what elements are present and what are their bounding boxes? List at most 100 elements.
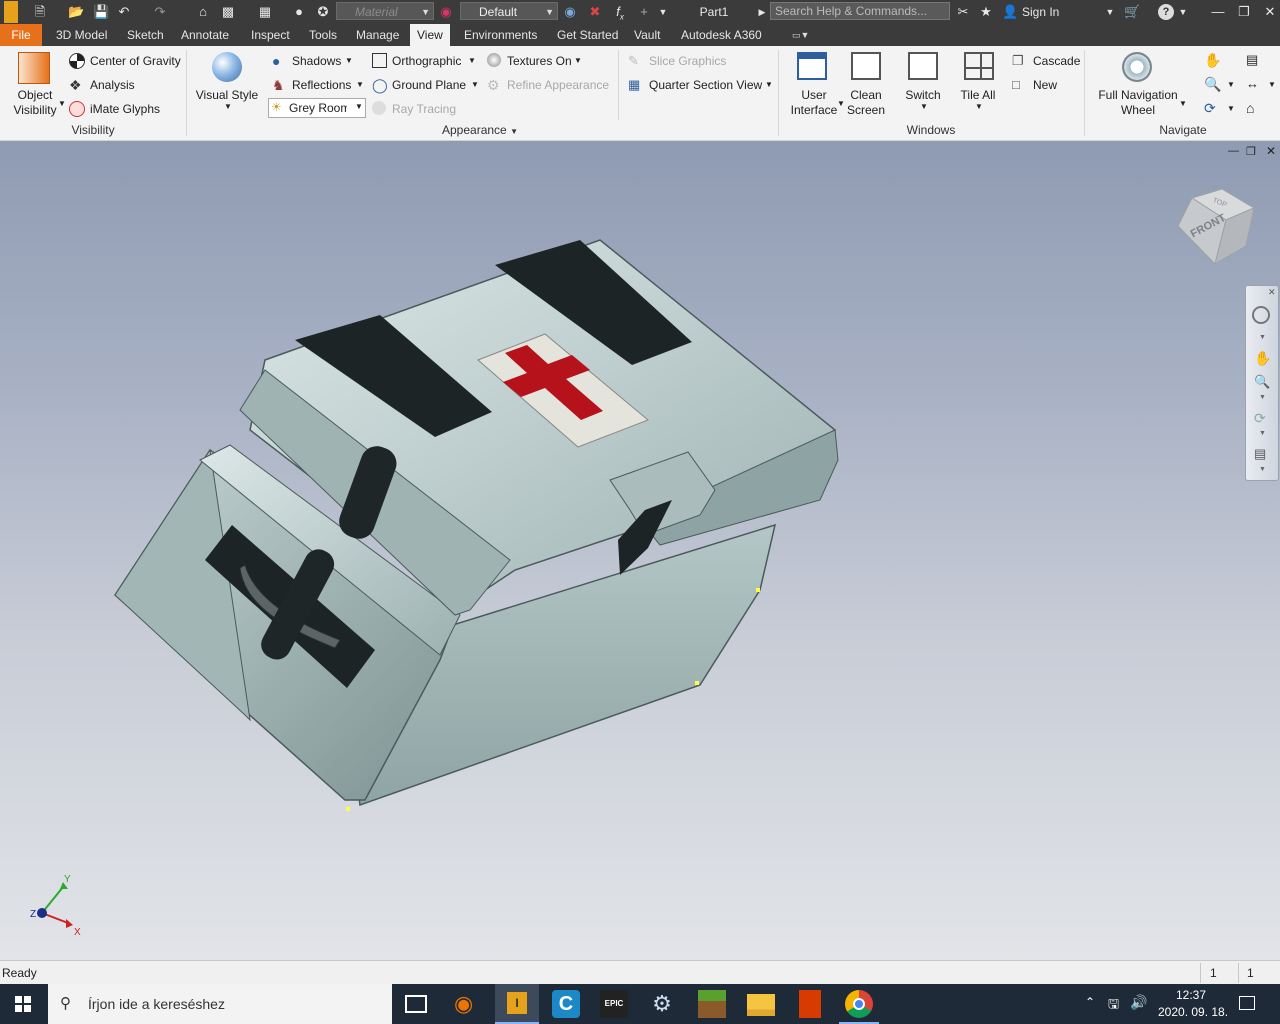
update-icon[interactable]: ▩ (220, 4, 236, 20)
switch-window-icon[interactable] (908, 52, 938, 80)
graphics-viewport[interactable]: — ❐ ✕ FRONT TOP ✕ ▼ ✋ 🔍 ▼ ⟳ ▼ ▤ ▼ Y X Z (0, 141, 1280, 960)
tab-annotate[interactable]: Annotate (174, 24, 236, 46)
orbit-icon[interactable]: ⟳ (1204, 100, 1220, 116)
viewcube[interactable]: FRONT TOP (1170, 186, 1260, 271)
measure-icon[interactable]: ● (291, 4, 307, 20)
chevron-down-icon[interactable]: ▼ (1178, 4, 1188, 20)
cart-icon[interactable]: 🛒 (1124, 4, 1140, 20)
clear-override-icon[interactable]: ✖ (587, 4, 603, 20)
office-icon[interactable] (799, 990, 821, 1018)
ground-plane-button[interactable]: Ground Plane (392, 78, 466, 92)
orbit-icon[interactable]: ⟳ (1254, 410, 1266, 427)
full-navigation-wheel-icon[interactable] (1122, 52, 1152, 82)
visual-style-icon[interactable] (212, 52, 242, 82)
navbar-close-icon[interactable]: ✕ (1268, 287, 1276, 298)
user-interface-button[interactable]: User Interface (788, 88, 840, 118)
zoom-icon[interactable]: 🔍 (1254, 374, 1270, 390)
tab-environments[interactable]: Environments (457, 24, 544, 46)
pan-icon[interactable]: ✋ (1254, 350, 1271, 367)
tile-all-button[interactable]: Tile All (955, 88, 1001, 103)
chevron-down-icon[interactable]: ▼ (1268, 80, 1276, 89)
sign-in-link[interactable]: Sign In (1022, 4, 1066, 20)
clock-date[interactable]: 2020. 09. 18. (1158, 1005, 1228, 1019)
model-first-aid-box[interactable] (0, 141, 900, 841)
chevron-down-icon[interactable]: ▼ (471, 80, 479, 89)
steam-icon[interactable]: ⚙ (648, 990, 676, 1018)
tab-vault[interactable]: Vault (627, 24, 667, 46)
lighting-style-dropdown[interactable]: ☀ Grey Room ▼ (268, 98, 366, 118)
app-c-icon[interactable]: C (552, 990, 580, 1018)
object-visibility-button[interactable]: Object Visibility (8, 88, 62, 118)
grip-point[interactable] (695, 681, 699, 685)
chevron-down-icon[interactable]: ▼ (765, 80, 773, 89)
material-dropdown[interactable]: Material ▼ (336, 2, 434, 20)
volume-icon[interactable]: 🔊 (1130, 994, 1147, 1011)
ray-tracing-button[interactable]: Ray Tracing (392, 102, 456, 116)
customize-icon[interactable]: ▼ (657, 4, 669, 20)
chrome-icon[interactable] (845, 990, 873, 1018)
user-interface-icon[interactable] (797, 52, 827, 80)
reflections-button[interactable]: Reflections (292, 78, 351, 92)
center-of-gravity-button[interactable]: Center of Gravity (90, 54, 181, 68)
chevron-down-icon[interactable]: ▼ (1259, 394, 1266, 401)
zoom-all-icon[interactable]: ↔ (1246, 76, 1262, 92)
taskbar-search-box[interactable]: ⚲ Írjon ide a kereséshez (48, 984, 392, 1024)
appearance-wheel-icon[interactable]: ◉ (438, 4, 454, 20)
inventor-icon[interactable]: I (495, 984, 539, 1024)
chevron-down-icon[interactable]: ▼ (1227, 80, 1235, 89)
redo-icon[interactable]: ↷ (152, 4, 168, 20)
appearance-dropdown[interactable]: Default ▼ (460, 2, 558, 20)
plus-icon[interactable]: + (636, 4, 652, 20)
shadows-button[interactable]: Shadows (292, 54, 341, 68)
new-window-button[interactable]: New (1033, 78, 1057, 92)
imate-glyphs-button[interactable]: iMate Glyphs (90, 102, 160, 116)
full-navigation-wheel-button[interactable]: Full Navigation Wheel (1094, 88, 1182, 118)
chevron-down-icon[interactable]: ▼ (1259, 466, 1266, 473)
new-file-icon[interactable]: 🗎 (32, 4, 48, 20)
zoom-icon[interactable]: 🔍 (1204, 76, 1221, 92)
tab-view[interactable]: View (410, 24, 450, 46)
slice-graphics-button[interactable]: Slice Graphics (649, 54, 726, 68)
close-icon[interactable]: ✕ (1262, 4, 1278, 20)
tab-manage[interactable]: Manage (349, 24, 406, 46)
look-at-icon[interactable]: ▤ (1246, 52, 1262, 68)
epic-games-icon[interactable]: EPIC (600, 990, 628, 1018)
star-icon[interactable]: ★ (978, 4, 994, 20)
viewport-close-icon[interactable]: ✕ (1266, 144, 1276, 158)
chevron-down-icon[interactable]: ▼ (574, 56, 582, 65)
fx-icon[interactable]: fx (612, 4, 628, 22)
refine-appearance-button[interactable]: Refine Appearance (507, 78, 609, 92)
tab-3d-model[interactable]: 3D Model (49, 24, 114, 46)
ribbon-display-toggle-icon[interactable]: ▭▼ (792, 30, 814, 40)
analysis-button[interactable]: Analysis (90, 78, 135, 92)
file-explorer-icon[interactable] (747, 994, 775, 1016)
color-wheel-icon[interactable]: ✪ (315, 4, 331, 20)
user-icon[interactable]: 👤 (1002, 4, 1018, 20)
orthographic-button[interactable]: Orthographic (392, 54, 461, 68)
play-icon[interactable]: ▶ (757, 4, 767, 20)
undo-icon[interactable]: ↶ (116, 4, 132, 20)
chevron-down-icon[interactable]: ▼ (1259, 334, 1266, 341)
viewport-restore-icon[interactable]: ❐ (1246, 145, 1256, 158)
app-logo-icon[interactable] (4, 1, 18, 23)
home-view-icon[interactable]: ⌂ (1246, 100, 1262, 116)
tab-inspect[interactable]: Inspect (244, 24, 297, 46)
blender-icon[interactable]: ◉ (454, 990, 482, 1018)
save-icon[interactable]: 💾 (93, 4, 109, 20)
select-icon[interactable]: ▦ (257, 4, 273, 20)
chevron-down-icon[interactable]: ▼ (1259, 430, 1266, 437)
adjust-icon[interactable]: ◉ (562, 4, 578, 20)
task-view-icon[interactable] (405, 995, 427, 1013)
tab-tools[interactable]: Tools (302, 24, 344, 46)
chevron-down-icon[interactable]: ▼ (1227, 104, 1235, 113)
textures-on-button[interactable]: Textures On (507, 54, 572, 68)
tab-autodesk-a360[interactable]: Autodesk A360 (674, 24, 769, 46)
tray-chevron-up-icon[interactable]: ⌃ (1085, 995, 1095, 1009)
grip-point[interactable] (346, 807, 350, 811)
clean-screen-button[interactable]: Clean Screen (845, 88, 887, 118)
cascade-button[interactable]: Cascade (1033, 54, 1080, 68)
minecraft-icon[interactable] (698, 990, 726, 1018)
tile-all-icon[interactable] (964, 52, 994, 80)
chevron-down-icon[interactable]: ▼ (345, 56, 353, 65)
network-icon[interactable]: 🖫 (1108, 995, 1119, 1017)
